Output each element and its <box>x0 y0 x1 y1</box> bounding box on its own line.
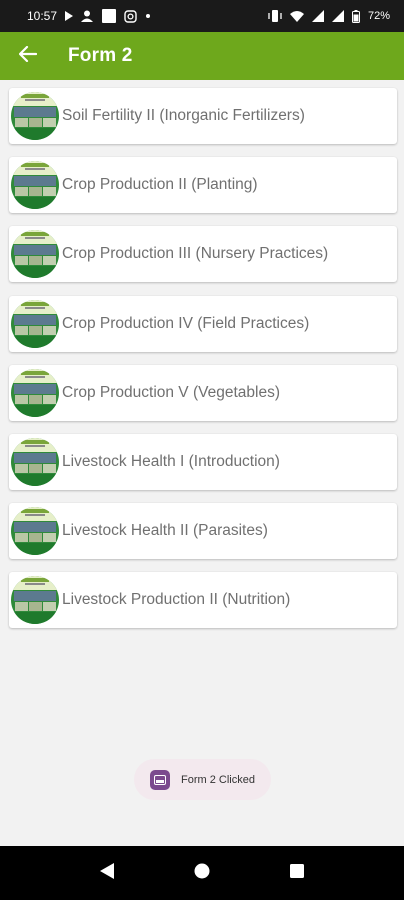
nav-back-button[interactable] <box>87 853 127 893</box>
book-cover-thumbnail <box>11 299 59 348</box>
status-right: 72% <box>268 9 390 23</box>
topic-list: Soil Fertility II (Inorganic Fertilizers… <box>9 88 397 642</box>
status-time: 10:57 <box>27 9 58 23</box>
navigation-bar <box>0 846 404 900</box>
arrow-back-icon <box>18 45 38 67</box>
book-cover-thumbnail <box>11 230 59 279</box>
battery-icon <box>351 9 360 23</box>
book-cover-thumbnail <box>11 368 59 417</box>
list-item[interactable]: Livestock Production II (Nutrition) <box>9 572 397 629</box>
status-bar: 10:57 72% <box>0 0 404 32</box>
toast: Form 2 Clicked <box>134 759 271 800</box>
list-item[interactable]: Crop Production IV (Field Practices) <box>9 295 397 352</box>
list-item[interactable]: Crop Production II (Planting) <box>9 157 397 214</box>
list-item-label: Livestock Production II (Nutrition) <box>62 591 291 609</box>
book-cover-thumbnail <box>11 437 59 486</box>
list-item[interactable]: Livestock Health II (Parasites) <box>9 503 397 560</box>
list-item-label: Crop Production II (Planting) <box>62 176 258 194</box>
app-bar: Form 2 <box>0 32 404 80</box>
play-icon <box>65 11 74 21</box>
book-cover-thumbnail <box>11 92 59 140</box>
book-cover-thumbnail <box>11 161 59 210</box>
list-item-label: Livestock Health II (Parasites) <box>62 522 268 540</box>
battery-percent: 72% <box>367 10 390 22</box>
book-cover-thumbnail <box>11 507 59 556</box>
toast-text: Form 2 Clicked <box>181 773 255 786</box>
vibrate-icon <box>268 10 282 22</box>
back-button[interactable] <box>10 38 46 74</box>
signal-icon <box>311 10 324 22</box>
instagram-icon <box>124 9 137 23</box>
list-item-label: Livestock Health I (Introduction) <box>62 452 280 470</box>
list-item[interactable]: Crop Production V (Vegetables) <box>9 364 397 421</box>
person-icon <box>81 10 94 22</box>
list-item-label: Crop Production III (Nursery Practices) <box>62 245 329 263</box>
list-item-label: Crop Production IV (Field Practices) <box>62 314 310 332</box>
book-cover-thumbnail <box>11 576 59 625</box>
wifi-icon <box>289 10 304 22</box>
list-item-label: Crop Production V (Vegetables) <box>62 383 280 401</box>
list-item[interactable]: Soil Fertility II (Inorganic Fertilizers… <box>9 88 397 144</box>
nav-home-button[interactable] <box>182 853 222 893</box>
back-triangle-icon <box>100 862 115 884</box>
recents-square-icon <box>289 863 304 883</box>
page-title: Form 2 <box>68 45 133 66</box>
square-icon <box>102 9 117 23</box>
status-left: 10:57 <box>27 9 151 23</box>
signal-icon-2 <box>331 10 344 22</box>
nav-recents-button[interactable] <box>277 853 317 893</box>
list-item[interactable]: Livestock Health I (Introduction) <box>9 433 397 490</box>
home-circle-icon <box>194 863 210 884</box>
dot-icon <box>145 13 151 19</box>
list-item[interactable]: Crop Production III (Nursery Practices) <box>9 226 397 283</box>
app-icon <box>150 769 170 790</box>
list-item-label: Soil Fertility II (Inorganic Fertilizers… <box>62 107 305 124</box>
